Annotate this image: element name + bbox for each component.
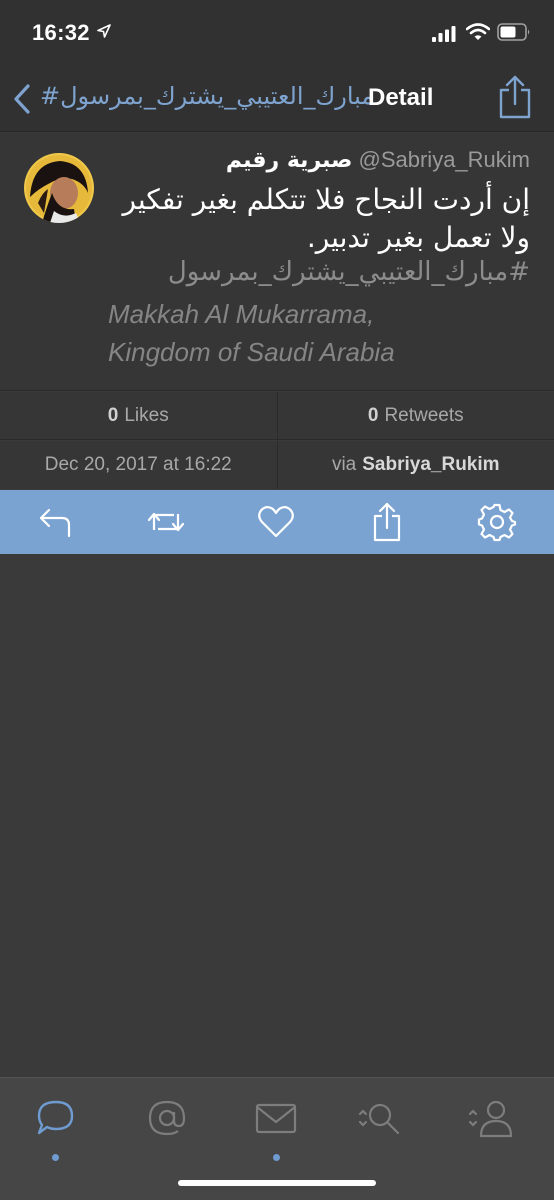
tweet-text: إن أردت النجاح فلا تتكلم بغير تفكير ولا … xyxy=(122,183,530,254)
tweet-action-bar xyxy=(0,490,554,554)
page-title: Detail xyxy=(368,84,434,111)
likes-count: 0 xyxy=(107,404,119,426)
user-handle: @Sabriya_Rukim xyxy=(358,147,531,172)
tab-active-dot xyxy=(52,1154,59,1161)
empty-content-area xyxy=(0,554,554,1077)
via-name: Sabriya_Rukim xyxy=(362,454,500,475)
navigation-bar: #مبارك_العتيبي_يشترك_بمرسول Detail xyxy=(0,62,554,132)
screen: 16:32 #مبارك_العتيبي_يشترك_بمرسول Detail xyxy=(0,0,554,1200)
stats-row: 0 Likes 0 Retweets xyxy=(0,392,554,440)
messages-unread-dot xyxy=(273,1154,280,1161)
like-heart-icon[interactable] xyxy=(256,502,296,542)
reply-icon[interactable] xyxy=(36,502,76,542)
share-icon[interactable] xyxy=(498,74,532,120)
home-indicator xyxy=(178,1180,376,1186)
location-line-1: Makkah Al Mukarrama, xyxy=(108,299,375,329)
status-bar: 16:32 xyxy=(0,0,554,62)
tweet-date: Dec 20, 2017 at 16:22 xyxy=(44,454,232,475)
display-name: صبرية رقيم xyxy=(225,148,353,173)
likes-label: Likes xyxy=(124,404,169,426)
via-source[interactable]: via Sabriya_Rukim xyxy=(276,441,554,489)
back-chevron-icon[interactable] xyxy=(12,84,32,114)
via-label: via xyxy=(331,454,357,475)
battery-icon xyxy=(497,23,530,41)
chat-bubble-icon[interactable] xyxy=(34,1096,78,1140)
retweets-label: Retweets xyxy=(384,404,464,426)
tweet-location[interactable]: Makkah Al Mukarrama, Kingdom of Saudi Ar… xyxy=(108,295,395,371)
messages-envelope-icon[interactable] xyxy=(254,1096,298,1140)
hashtag-link[interactable]: #مبارك_العتيبي_يشترك_بمرسول xyxy=(168,257,530,287)
cellular-signal-icon xyxy=(432,26,456,42)
location-arrow-icon xyxy=(97,24,111,38)
retweet-icon[interactable] xyxy=(146,502,186,542)
location-line-2: Kingdom of Saudi Arabia xyxy=(108,337,395,367)
wifi-icon xyxy=(466,23,490,40)
settings-gear-icon[interactable] xyxy=(477,502,517,542)
search-magnifier-icon[interactable] xyxy=(358,1096,402,1140)
status-time: 16:32 xyxy=(32,20,90,45)
avatar[interactable] xyxy=(24,153,94,223)
share-icon[interactable] xyxy=(367,502,407,542)
tweet-detail: صبرية رقيم @Sabriya_Rukim إن أردت النجاح… xyxy=(0,133,554,391)
likes-stat[interactable]: 0 Likes xyxy=(0,392,277,439)
profile-person-icon[interactable] xyxy=(468,1096,512,1140)
tweet-author[interactable]: صبرية رقيم @Sabriya_Rukim xyxy=(226,147,530,173)
retweets-count: 0 xyxy=(367,404,379,426)
retweets-stat[interactable]: 0 Retweets xyxy=(276,392,554,439)
meta-row: Dec 20, 2017 at 16:22 via Sabriya_Rukim xyxy=(0,441,554,489)
mentions-at-icon[interactable] xyxy=(145,1096,189,1140)
back-button-label[interactable]: #مبارك_العتيبي_يشترك_بمرسول xyxy=(40,82,374,110)
